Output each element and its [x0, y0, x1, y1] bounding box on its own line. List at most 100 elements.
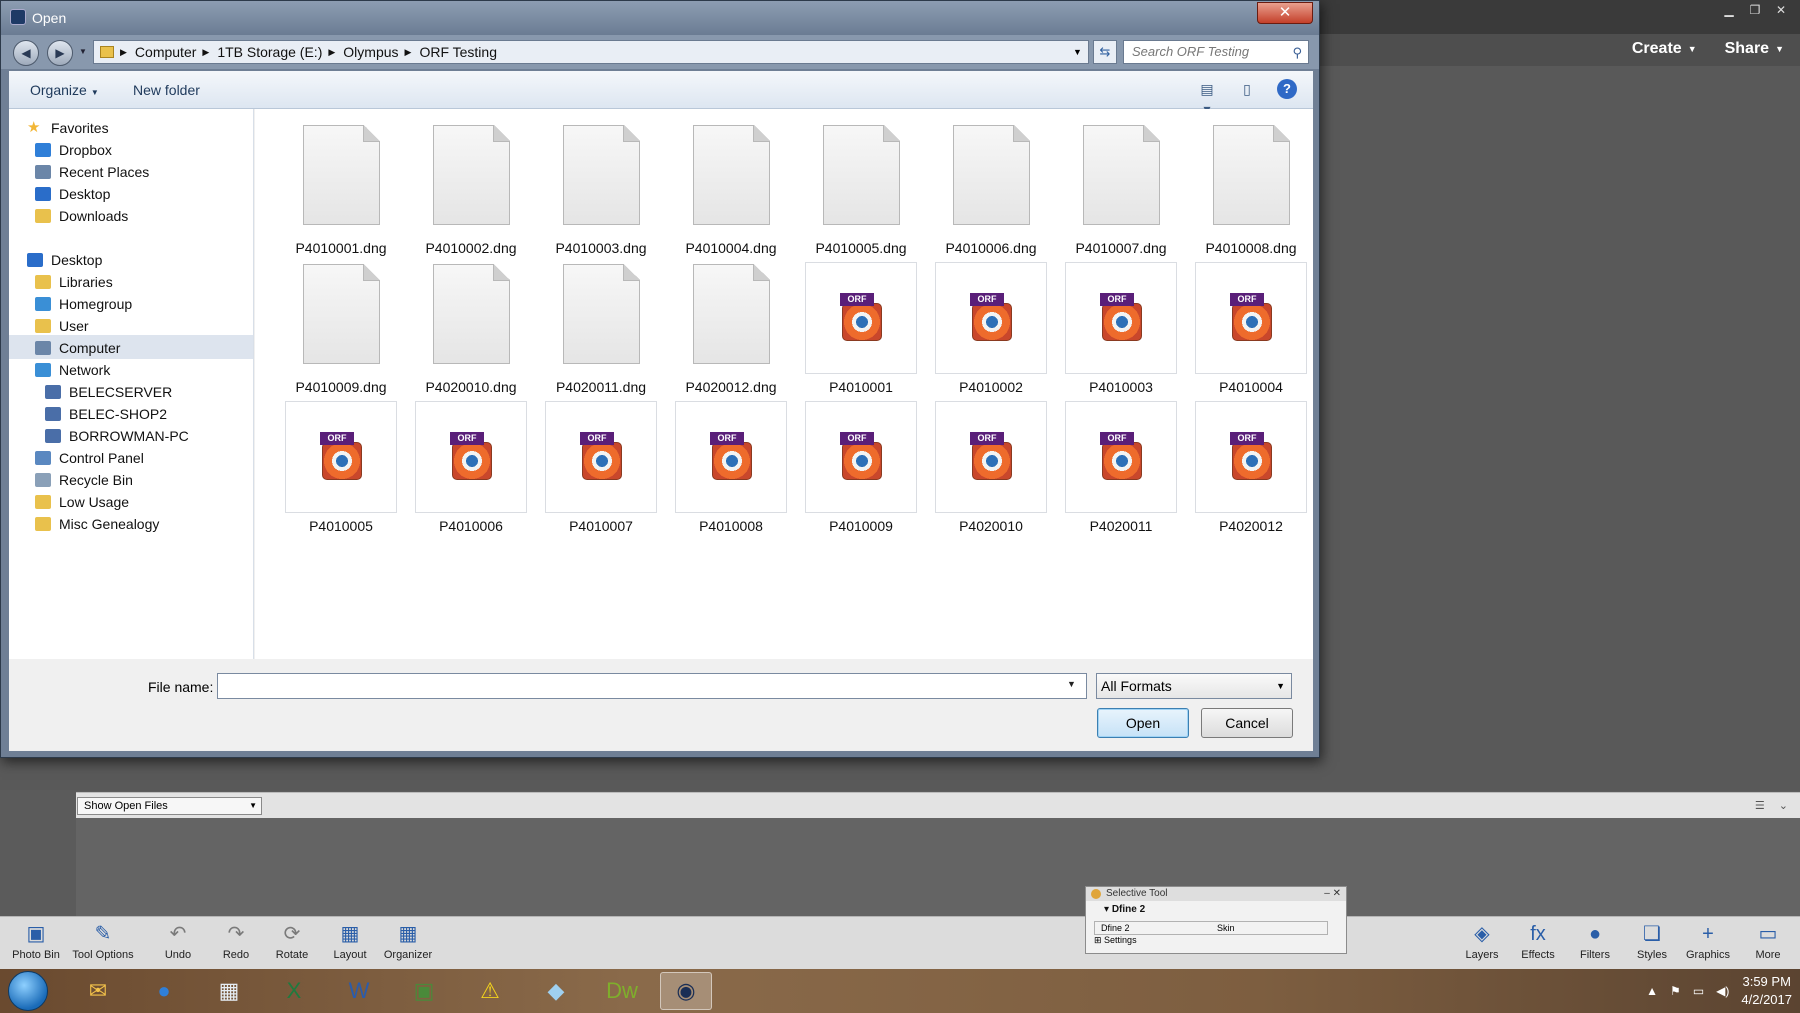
breadcrumb-drive[interactable]: 1TB Storage (E:) — [217, 44, 322, 60]
app-close-icon[interactable]: ✕ — [1770, 2, 1792, 18]
file-item[interactable]: ORF P4010003 — [1065, 262, 1177, 400]
photoshop-elements-icon[interactable]: ◉ — [660, 972, 712, 1010]
nav-item-belec-shop2[interactable]: BELEC-SHOP2 — [45, 403, 167, 425]
nav-item-recent-places[interactable]: Recent Places — [35, 161, 149, 183]
nav-item-control-panel[interactable]: Control Panel — [35, 447, 144, 469]
file-item[interactable]: P4020011.dng — [545, 262, 657, 400]
tab-dfine[interactable]: Dfine 2 — [1095, 922, 1211, 934]
outlook-icon[interactable]: ✉ — [72, 972, 124, 1010]
file-item[interactable]: P4010006.dng — [935, 123, 1047, 261]
nav-item-network[interactable]: Network — [35, 359, 110, 381]
file-item[interactable]: ORF P4010002 — [935, 262, 1047, 400]
breadcrumb-separator-icon[interactable]: ▶ — [405, 47, 412, 58]
nav-item-user[interactable]: User — [35, 315, 89, 337]
file-item[interactable]: ORF P4010005 — [285, 401, 397, 539]
nav-item-downloads[interactable]: Downloads — [35, 205, 128, 227]
nav-item-favorites[interactable]: ★ Favorites — [27, 117, 109, 139]
dialog-close-button[interactable]: ✕ — [1257, 2, 1313, 24]
refresh-icon[interactable]: ⇆ — [1093, 40, 1117, 64]
bin-collapse-icon[interactable]: ⌄ — [1779, 799, 1788, 812]
file-item[interactable]: ORF P4010006 — [415, 401, 527, 539]
nav-item-low-usage[interactable]: Low Usage — [35, 491, 129, 513]
file-item[interactable]: P4020012.dng — [675, 262, 787, 400]
warning-icon[interactable]: ⚠ — [464, 972, 516, 1010]
create-menu[interactable]: Create ▼ — [1632, 40, 1697, 58]
breadcrumb-separator-icon[interactable]: ▶ — [202, 47, 209, 58]
word-icon[interactable]: W — [333, 972, 385, 1010]
nav-item-desktop[interactable]: Desktop — [27, 249, 102, 271]
file-item[interactable]: ORF P4010001 — [805, 262, 917, 400]
file-item[interactable]: ORF P4020011 — [1065, 401, 1177, 539]
minimize-icon[interactable]: ▁ — [1718, 2, 1740, 18]
calculator-icon[interactable]: ▦ — [203, 972, 255, 1010]
graphics-button[interactable]: + Graphics — [1682, 921, 1734, 961]
file-item[interactable]: P4010008.dng — [1195, 123, 1307, 261]
show-open-files-dropdown[interactable]: Show Open Files ▼ — [77, 797, 262, 815]
change-view-icon[interactable]: ▤ ▾ — [1197, 79, 1217, 117]
settings-label[interactable]: ⊞ Settings — [1086, 935, 1346, 946]
organizer-button[interactable]: ▦ Organizer — [380, 921, 436, 961]
forward-arrow-icon[interactable]: ▶ — [47, 40, 73, 66]
breadcrumb-separator-icon[interactable]: ▶ — [328, 47, 335, 58]
nav-item-recycle-bin[interactable]: Recycle Bin — [35, 469, 133, 491]
breadcrumb-computer[interactable]: Computer — [135, 44, 196, 60]
file-item[interactable]: P4010003.dng — [545, 123, 657, 261]
file-item[interactable]: P4010005.dng — [805, 123, 917, 261]
effects-button[interactable]: fx Effects — [1512, 921, 1564, 961]
recent-locations-chevron-icon[interactable]: ▼ — [79, 47, 87, 56]
search-icon[interactable]: ⚲ — [1292, 42, 1302, 64]
filename-input[interactable] — [217, 673, 1087, 699]
nav-item-libraries[interactable]: Libraries — [35, 271, 113, 293]
file-item[interactable]: P4010007.dng — [1065, 123, 1177, 261]
file-item[interactable]: P4010001.dng — [285, 123, 397, 261]
nav-item-homegroup[interactable]: Homegroup — [35, 293, 132, 315]
start-button[interactable] — [8, 971, 48, 1011]
search-input[interactable]: Search ORF Testing ⚲ — [1123, 40, 1309, 64]
nav-item-misc-genealogy[interactable]: Misc Genealogy — [35, 513, 159, 535]
network-tray-icon[interactable]: ▭ — [1693, 984, 1704, 998]
new-folder-button[interactable]: New folder — [133, 82, 200, 98]
nav-item-desktop[interactable]: Desktop — [35, 183, 110, 205]
photo-bin-button[interactable]: ▣ Photo Bin — [8, 921, 64, 961]
image-app-icon[interactable]: ▣ — [398, 972, 450, 1010]
file-item[interactable]: ORF P4020010 — [935, 401, 1047, 539]
dfine-plugin-row[interactable]: ▾ Dfine 2 — [1086, 901, 1346, 915]
blue-app-icon[interactable]: ◆ — [530, 972, 582, 1010]
filename-history-chevron-icon[interactable]: ▼ — [1067, 679, 1076, 689]
breadcrumb-orf-testing[interactable]: ORF Testing — [419, 44, 497, 60]
file-item[interactable]: ORF P4010009 — [805, 401, 917, 539]
styles-button[interactable]: ❏ Styles — [1626, 921, 1678, 961]
layout-button[interactable]: ▦ Layout — [322, 921, 378, 961]
address-history-chevron-icon[interactable]: ▼ — [1073, 47, 1082, 57]
dreamweaver-icon[interactable]: Dw — [596, 972, 648, 1010]
file-item[interactable]: ORF P4010007 — [545, 401, 657, 539]
file-item[interactable]: P4020010.dng — [415, 262, 527, 400]
excel-icon[interactable]: X — [268, 972, 320, 1010]
file-item[interactable]: P4010004.dng — [675, 123, 787, 261]
breadcrumb-olympus[interactable]: Olympus — [343, 44, 398, 60]
breadcrumb-separator-icon[interactable]: ▶ — [120, 47, 127, 58]
restore-icon[interactable]: ❐ — [1744, 2, 1766, 18]
volume-icon[interactable]: ◀) — [1716, 984, 1729, 998]
help-icon[interactable]: ? — [1277, 79, 1297, 99]
file-format-select[interactable]: All Formats ▼ — [1096, 673, 1292, 699]
file-item[interactable]: ORF P4010008 — [675, 401, 787, 539]
bin-list-menu-icon[interactable]: ☰ — [1755, 799, 1765, 812]
layers-button[interactable]: ◈ Layers — [1456, 921, 1508, 961]
rotate-button[interactable]: ⟳ Rotate — [264, 921, 320, 961]
nav-item-dropbox[interactable]: Dropbox — [35, 139, 112, 161]
tab-skin[interactable]: Skin — [1211, 922, 1327, 934]
panel-close-icon[interactable]: – ✕ — [1324, 887, 1341, 901]
nav-item-borrowman-pc[interactable]: BORROWMAN-PC — [45, 425, 189, 447]
open-button[interactable]: Open — [1097, 708, 1189, 738]
preview-pane-icon[interactable]: ▯ — [1237, 79, 1257, 99]
filters-button[interactable]: ● Filters — [1569, 921, 1621, 961]
flag-icon[interactable]: ⚑ — [1670, 984, 1681, 998]
organize-button[interactable]: Organize ▼ — [30, 82, 99, 98]
clock[interactable]: 3:59 PM 4/2/2017 — [1741, 973, 1792, 1009]
tool-options-button[interactable]: ✎ Tool Options — [68, 921, 138, 961]
file-item[interactable]: P4010002.dng — [415, 123, 527, 261]
file-item[interactable]: ORF P4010004 — [1195, 262, 1307, 400]
undo-button[interactable]: ↶ Undo — [150, 921, 206, 961]
more-button[interactable]: ▭ More — [1742, 921, 1794, 961]
